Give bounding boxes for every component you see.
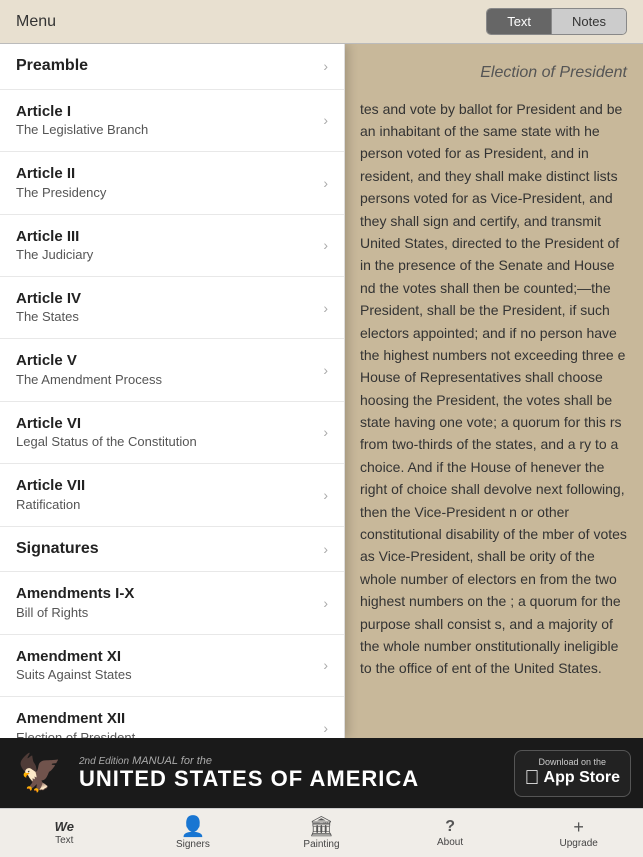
text-icon: We (55, 820, 74, 833)
app-store-button[interactable]: Download on the  App Store (514, 750, 631, 797)
chevron-icon: › (323, 362, 328, 378)
menu-item-title: Article II (16, 164, 315, 184)
menu-item[interactable]: Article IIThe Presidency › (0, 152, 344, 214)
section-title: Election of President (360, 60, 627, 86)
menu-item-subtitle: The Amendment Process (16, 372, 315, 389)
menu-item[interactable]: Amendment XIIElection of President › (0, 697, 344, 738)
menu-item-title: Amendment XI (16, 647, 315, 667)
chevron-icon: › (323, 720, 328, 736)
menu-item[interactable]: Article VIIRatification › (0, 464, 344, 526)
menu-item[interactable]: Amendments I-XBill of Rights › (0, 572, 344, 634)
tab-about[interactable]: ? About (386, 809, 515, 857)
chevron-icon: › (323, 300, 328, 316)
menu-item-subtitle: Suits Against States (16, 667, 315, 684)
eagle-icon: 🦅 (12, 746, 67, 801)
menu-item[interactable]: Preamble › (0, 44, 344, 90)
tab-group: Text Notes (486, 8, 627, 35)
chevron-icon: › (323, 175, 328, 191)
tab-text[interactable]: Text (487, 9, 552, 34)
apple-icon:  (525, 767, 540, 790)
body-text: tes and vote by ballot for President and… (360, 98, 627, 680)
banner-text: 2nd Edition MANUAL for the UNITED STATES… (79, 755, 502, 791)
menu-overlay: Preamble›Article IThe Legislative Branch… (0, 44, 345, 738)
bottom-tab-bar: We Text 👤 Signers 🏛 Painting ? About + U… (0, 808, 643, 857)
menu-item-title: Amendment XII (16, 709, 315, 729)
painting-tab-label: Painting (303, 839, 339, 850)
menu-item-title: Signatures (16, 539, 315, 560)
chevron-icon: › (323, 595, 328, 611)
painting-icon: 🏛 (309, 817, 334, 837)
tab-upgrade[interactable]: + Upgrade (514, 809, 643, 857)
menu-item[interactable]: Article IVThe States › (0, 277, 344, 339)
banner-title: UNITED STATES of AMERICA (79, 767, 502, 791)
chevron-icon: › (323, 657, 328, 673)
menu-item-subtitle: The Judiciary (16, 247, 315, 264)
signers-tab-label: Signers (176, 839, 210, 850)
main-content: Election of President tes and vote by ba… (0, 44, 643, 738)
upgrade-icon: + (573, 818, 584, 836)
menu-item-subtitle: The Legislative Branch (16, 122, 315, 139)
menu-item-title: Article V (16, 351, 315, 371)
menu-item-title: Amendments I-X (16, 584, 315, 604)
menu-item[interactable]: Amendment XISuits Against States › (0, 635, 344, 697)
menu-item-title: Article III (16, 227, 315, 247)
menu-item-subtitle: The States (16, 309, 315, 326)
chevron-icon: › (323, 487, 328, 503)
app-store-logo:  App Store (525, 767, 620, 790)
menu-item-title: Preamble (16, 56, 315, 77)
menu-item[interactable]: Article IThe Legislative Branch › (0, 90, 344, 152)
menu-item-title: Article VII (16, 476, 315, 496)
chevron-icon: › (323, 237, 328, 253)
menu-button[interactable]: Menu (16, 13, 56, 31)
menu-item-subtitle: Ratification (16, 497, 315, 514)
app-store-label: App Store (544, 769, 620, 787)
chevron-icon: › (323, 58, 328, 74)
chevron-icon: › (323, 541, 328, 557)
menu-item-title: Article I (16, 102, 315, 122)
menu-item[interactable]: Article IIIThe Judiciary › (0, 215, 344, 277)
top-bar: Menu Text Notes (0, 0, 643, 44)
menu-item[interactable]: Article VILegal Status of the Constituti… (0, 402, 344, 464)
menu-item[interactable]: Article VThe Amendment Process › (0, 339, 344, 401)
upgrade-tab-label: Upgrade (559, 838, 597, 849)
tab-painting[interactable]: 🏛 Painting (257, 809, 386, 857)
about-tab-label: About (437, 837, 463, 848)
chevron-icon: › (323, 112, 328, 128)
menu-item-subtitle: Legal Status of the Constitution (16, 434, 315, 451)
banner-ad: 🦅 2nd Edition MANUAL for the UNITED STAT… (0, 738, 643, 808)
menu-item[interactable]: Signatures › (0, 527, 344, 573)
tab-signers[interactable]: 👤 Signers (129, 809, 258, 857)
menu-item-subtitle: Election of President (16, 730, 315, 738)
chevron-icon: › (323, 424, 328, 440)
menu-item-title: Article VI (16, 414, 315, 434)
tab-text-bottom[interactable]: We Text (0, 809, 129, 857)
about-icon: ? (445, 819, 455, 835)
menu-item-subtitle: Bill of Rights (16, 605, 315, 622)
tab-notes[interactable]: Notes (552, 9, 626, 34)
menu-item-title: Article IV (16, 289, 315, 309)
text-tab-label: Text (55, 835, 73, 846)
app-store-download-text: Download on the (525, 757, 620, 767)
signers-icon: 👤 (180, 817, 205, 837)
menu-item-subtitle: The Presidency (16, 185, 315, 202)
